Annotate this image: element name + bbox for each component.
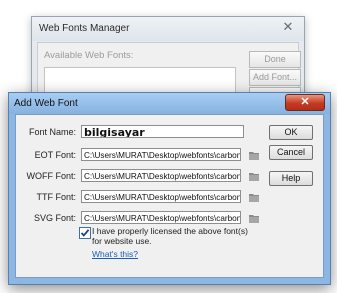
woff-font-input[interactable]: C:\Users\MURAT\Desktop\webfonts\carbonty…	[81, 169, 241, 182]
window-title: Web Fonts Manager	[39, 23, 130, 34]
folder-icon[interactable]	[249, 192, 259, 202]
eot-font-label: EOT Font:	[34, 150, 76, 160]
ttf-font-input[interactable]: C:\Users\MURAT\Desktop\webfonts\carbonty…	[81, 190, 241, 203]
close-button[interactable]: ✕	[285, 94, 325, 111]
svg-font-label: SVG Font:	[33, 213, 76, 223]
ok-button[interactable]: OK	[269, 125, 313, 140]
help-button[interactable]: Help	[269, 171, 313, 186]
dialog-body: Font Name: bilgisayar EOT Font: C:\Users…	[15, 114, 324, 278]
eot-font-input[interactable]: C:\Users\MURAT\Desktop\webfonts\carbonty…	[81, 148, 241, 161]
cancel-button[interactable]: Cancel	[269, 145, 313, 160]
done-button[interactable]: Done	[249, 51, 301, 68]
svg-font-input[interactable]: C:\Users\MURAT\Desktop\webfonts\carbonty…	[81, 211, 241, 224]
add-web-font-dialog: Add Web Font ✕ Font Name: bilgisayar EOT…	[8, 92, 331, 285]
license-checkbox[interactable]	[79, 227, 91, 239]
license-label: I have properly licensed the above font(…	[92, 226, 248, 246]
dialog-title: Add Web Font	[14, 98, 78, 109]
ttf-font-label: TTF Font:	[36, 192, 76, 202]
woff-font-label: WOFF Font:	[26, 171, 77, 181]
add-font-button[interactable]: Add Font...	[249, 69, 301, 86]
folder-icon[interactable]	[249, 213, 259, 223]
whats-this-link[interactable]: What's this?	[92, 249, 138, 259]
folder-icon[interactable]	[249, 171, 259, 181]
dialog-title-bar: Add Web Font ✕	[9, 93, 330, 114]
font-name-input[interactable]: bilgisayar	[81, 125, 244, 138]
checkmark-icon	[80, 229, 90, 237]
font-name-label: Font Name:	[28, 127, 76, 137]
title-bar: Web Fonts Manager ✕	[32, 17, 304, 41]
close-icon[interactable]: ✕	[281, 20, 295, 34]
available-fonts-label: Available Web Fonts:	[44, 50, 134, 61]
folder-icon[interactable]	[249, 150, 259, 160]
